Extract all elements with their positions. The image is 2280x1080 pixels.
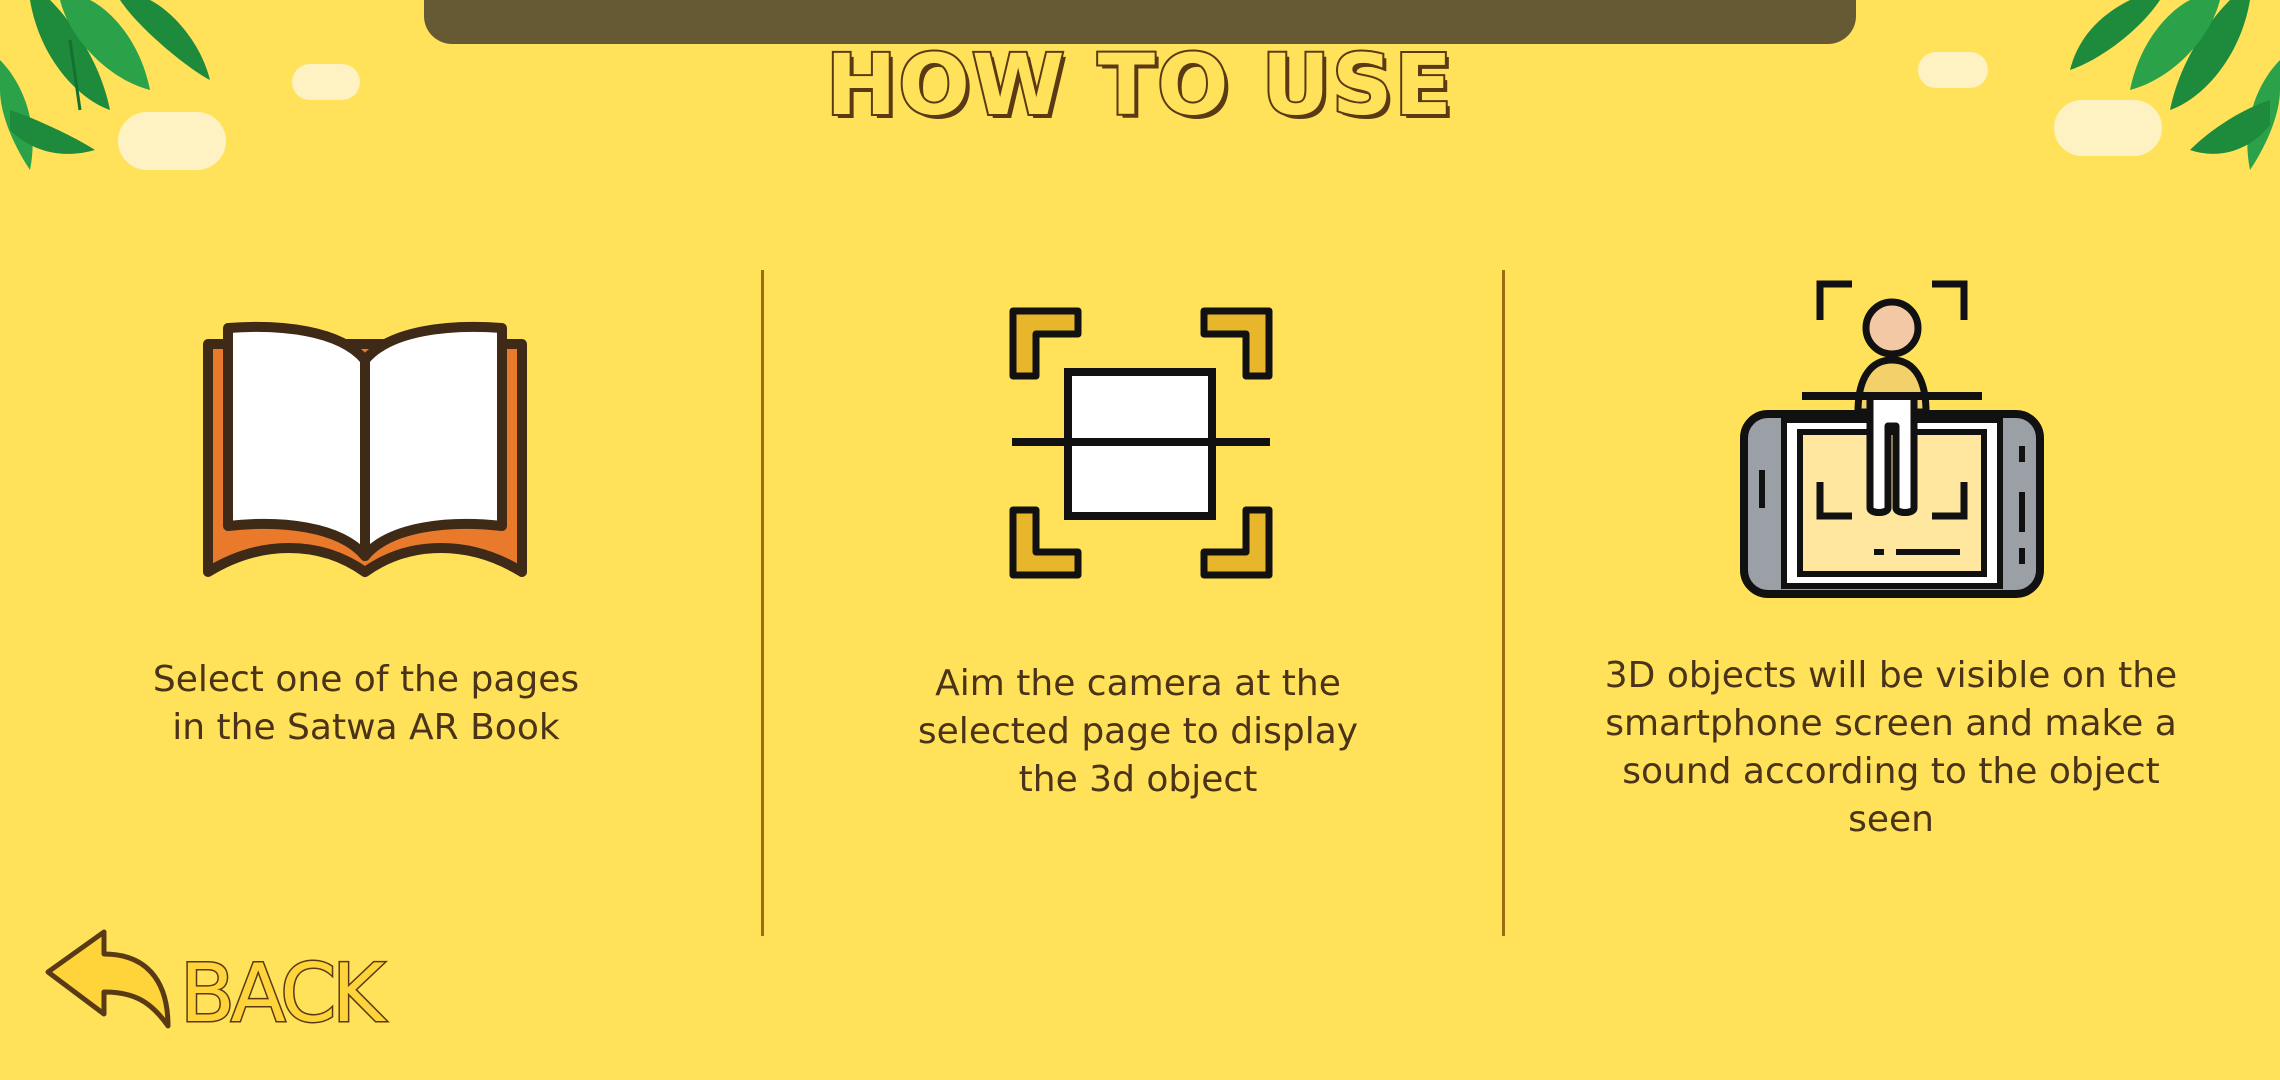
step-2-caption-line: the 3d object	[1018, 759, 1258, 800]
page-title: HOW TO USE	[824, 34, 1454, 136]
step-1-caption-line: Select one of the pages	[152, 659, 580, 700]
back-arrow-icon	[45, 929, 171, 1029]
column-divider	[761, 270, 764, 936]
step-3-caption: 3D objects will be visible on the smartp…	[1546, 652, 2236, 844]
scan-frame-icon	[1009, 307, 1273, 579]
step-3-caption-line: smartphone screen and make a	[1605, 703, 2177, 744]
ar-smartphone-icon	[1740, 280, 2044, 598]
open-book-icon	[203, 321, 527, 577]
step-1-caption: Select one of the pages in the Satwa AR …	[110, 656, 622, 752]
step-2-caption-line: selected page to display	[917, 711, 1359, 752]
step-3-caption-line: 3D objects will be visible on the	[1604, 655, 2178, 696]
step-2-caption-line: Aim the camera at the	[935, 663, 1341, 704]
back-button-label: BACK	[179, 947, 387, 1040]
step-3-caption-line: seen	[1848, 799, 1934, 840]
step-3-caption-line: sound according to the object	[1622, 751, 2160, 792]
column-divider	[1502, 270, 1505, 936]
back-button[interactable]: BACK	[44, 926, 396, 1044]
step-1-caption-line: in the Satwa AR Book	[172, 707, 560, 748]
step-2-caption: Aim the camera at the selected page to d…	[870, 660, 1406, 804]
